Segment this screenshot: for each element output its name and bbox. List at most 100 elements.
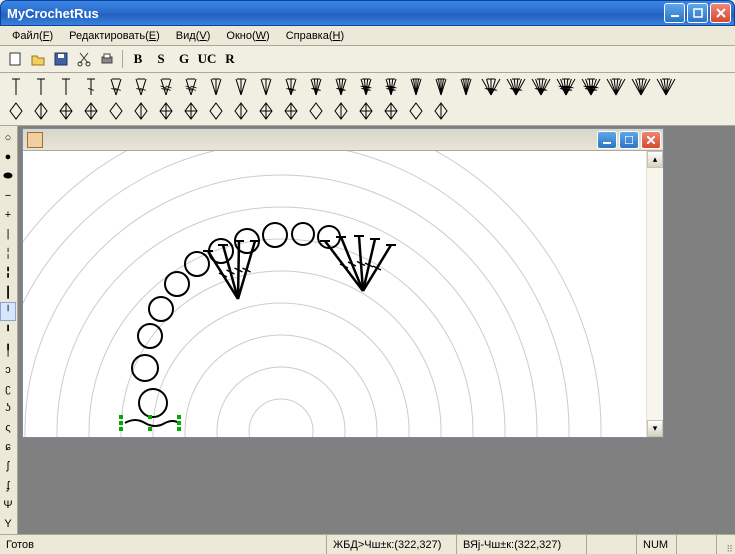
left-tool-fork[interactable]: Ψ xyxy=(0,495,16,514)
maximize-button[interactable] xyxy=(687,3,708,23)
stitch-symbol-d-4[interactable] xyxy=(104,99,128,123)
stitch-symbol-v-26[interactable] xyxy=(654,75,678,99)
stitch-symbol-v-8[interactable] xyxy=(204,75,228,99)
doc-minimize-button[interactable] xyxy=(597,131,617,149)
stitch-symbol-d-2[interactable] xyxy=(54,99,78,123)
left-tool-bar2[interactable]: ╎ xyxy=(0,244,16,263)
stitch-symbol-d-17[interactable] xyxy=(429,99,453,123)
scrollbar-vertical[interactable]: ▴ ▾ xyxy=(646,151,663,437)
workspace: ○●⬬−+|╎╏┃╵╹╿ɔʗʖςɕʃʄΨY ▴ ▾ xyxy=(0,126,735,534)
font-g-icon[interactable]: G xyxy=(173,48,195,70)
stitch-symbol-v-1[interactable] xyxy=(29,75,53,99)
stitch-symbol-v-18[interactable] xyxy=(454,75,478,99)
close-button[interactable] xyxy=(710,3,731,23)
stitch-symbol-d-1[interactable] xyxy=(29,99,53,123)
left-tool-bar3[interactable]: ╏ xyxy=(0,263,16,282)
left-tool-hook3[interactable]: ʖ xyxy=(0,399,16,418)
left-tool-hook6[interactable]: ʃ xyxy=(0,457,16,476)
canvas[interactable] xyxy=(23,151,646,437)
font-r-icon[interactable]: R xyxy=(219,48,241,70)
left-tool-pipe2[interactable]: ╹ xyxy=(0,321,16,340)
left-tool-y-shape[interactable]: Y xyxy=(0,515,16,534)
stitch-symbol-d-16[interactable] xyxy=(404,99,428,123)
stitch-symbol-v-3[interactable] xyxy=(79,75,103,99)
left-tool-plus[interactable]: + xyxy=(0,205,16,224)
stitch-symbol-v-2[interactable] xyxy=(54,75,78,99)
stitch-symbol-v-21[interactable] xyxy=(529,75,553,99)
stitch-symbol-d-0[interactable] xyxy=(4,99,28,123)
stitch-symbol-v-17[interactable] xyxy=(429,75,453,99)
stitch-symbol-d-7[interactable] xyxy=(179,99,203,123)
stitch-symbol-v-23[interactable] xyxy=(579,75,603,99)
stitch-symbol-v-6[interactable] xyxy=(154,75,178,99)
menu-файл[interactable]: Файл(F) xyxy=(4,28,61,44)
left-tool-pipe3[interactable]: ╿ xyxy=(0,341,16,360)
left-tool-bar3b[interactable]: ┃ xyxy=(0,283,16,302)
status-ready: Готов xyxy=(0,535,327,554)
resize-grip[interactable]: ⠿ xyxy=(717,535,735,554)
scroll-track[interactable] xyxy=(647,168,663,420)
cut-icon[interactable] xyxy=(73,48,95,70)
stitch-symbol-v-7[interactable] xyxy=(179,75,203,99)
stitch-symbol-v-15[interactable] xyxy=(379,75,403,99)
stitch-symbol-d-3[interactable] xyxy=(79,99,103,123)
stitch-symbol-v-16[interactable] xyxy=(404,75,428,99)
menu-справка[interactable]: Справка(H) xyxy=(278,28,352,44)
stitch-symbol-d-5[interactable] xyxy=(129,99,153,123)
open-icon[interactable] xyxy=(27,48,49,70)
stitch-symbol-v-0[interactable] xyxy=(4,75,28,99)
stitch-symbol-v-5[interactable] xyxy=(129,75,153,99)
stitch-symbol-d-9[interactable] xyxy=(229,99,253,123)
stitch-symbol-v-9[interactable] xyxy=(229,75,253,99)
stitch-symbol-v-13[interactable] xyxy=(329,75,353,99)
font-uc-icon[interactable]: UC xyxy=(196,48,218,70)
left-tool-hook2[interactable]: ʗ xyxy=(0,379,16,398)
stitch-symbol-v-4[interactable] xyxy=(104,75,128,99)
left-tool-pipe1[interactable]: ╵ xyxy=(0,302,16,321)
new-icon[interactable] xyxy=(4,48,26,70)
font-s-icon[interactable]: S xyxy=(150,48,172,70)
stitch-symbol-v-20[interactable] xyxy=(504,75,528,99)
print-icon[interactable] xyxy=(96,48,118,70)
stitch-symbol-d-8[interactable] xyxy=(204,99,228,123)
left-tool-hook4[interactable]: ς xyxy=(0,418,16,437)
stitch-symbol-d-14[interactable] xyxy=(354,99,378,123)
stitch-symbol-v-24[interactable] xyxy=(604,75,628,99)
left-tool-circle[interactable]: ● xyxy=(0,147,16,166)
left-tool-bar1[interactable]: | xyxy=(0,225,16,244)
stitch-symbol-d-6[interactable] xyxy=(154,99,178,123)
doc-close-button[interactable] xyxy=(641,131,661,149)
left-tool-hook1[interactable]: ɔ xyxy=(0,360,16,379)
bold-icon[interactable]: B xyxy=(127,48,149,70)
stitch-symbol-d-11[interactable] xyxy=(279,99,303,123)
stitch-symbol-v-22[interactable] xyxy=(554,75,578,99)
document-window: ▴ ▾ xyxy=(22,128,664,438)
stitch-symbol-d-12[interactable] xyxy=(304,99,328,123)
doc-icon xyxy=(27,132,43,148)
menu-окно[interactable]: Окно(W) xyxy=(218,28,277,44)
scroll-up-button[interactable]: ▴ xyxy=(647,151,663,168)
save-icon[interactable] xyxy=(50,48,72,70)
doc-titlebar[interactable] xyxy=(23,129,663,151)
doc-maximize-button[interactable] xyxy=(619,131,639,149)
stitch-symbol-v-19[interactable] xyxy=(479,75,503,99)
left-tool-circle-small[interactable]: ○ xyxy=(0,128,16,147)
left-tool-oval[interactable]: ⬬ xyxy=(0,167,16,186)
minimize-button[interactable] xyxy=(664,3,685,23)
stitch-symbol-v-25[interactable] xyxy=(629,75,653,99)
menu-редактировать[interactable]: Редактировать(E) xyxy=(61,28,168,44)
stitch-symbol-v-12[interactable] xyxy=(304,75,328,99)
left-tool-hook5[interactable]: ɕ xyxy=(0,437,16,456)
left-tool-hook7[interactable]: ʄ xyxy=(0,476,16,495)
stitch-symbol-d-10[interactable] xyxy=(254,99,278,123)
status-coords-2: ВЯј-Чш±к:(322,327) xyxy=(457,535,587,554)
scroll-down-button[interactable]: ▾ xyxy=(647,420,663,437)
left-toolbar: ○●⬬−+|╎╏┃╵╹╿ɔʗʖςɕʃʄΨY xyxy=(0,126,18,534)
stitch-symbol-v-10[interactable] xyxy=(254,75,278,99)
left-tool-dash[interactable]: − xyxy=(0,186,16,205)
menu-вид[interactable]: Вид(V) xyxy=(168,28,219,44)
stitch-symbol-d-15[interactable] xyxy=(379,99,403,123)
stitch-symbol-v-14[interactable] xyxy=(354,75,378,99)
stitch-symbol-v-11[interactable] xyxy=(279,75,303,99)
stitch-symbol-d-13[interactable] xyxy=(329,99,353,123)
